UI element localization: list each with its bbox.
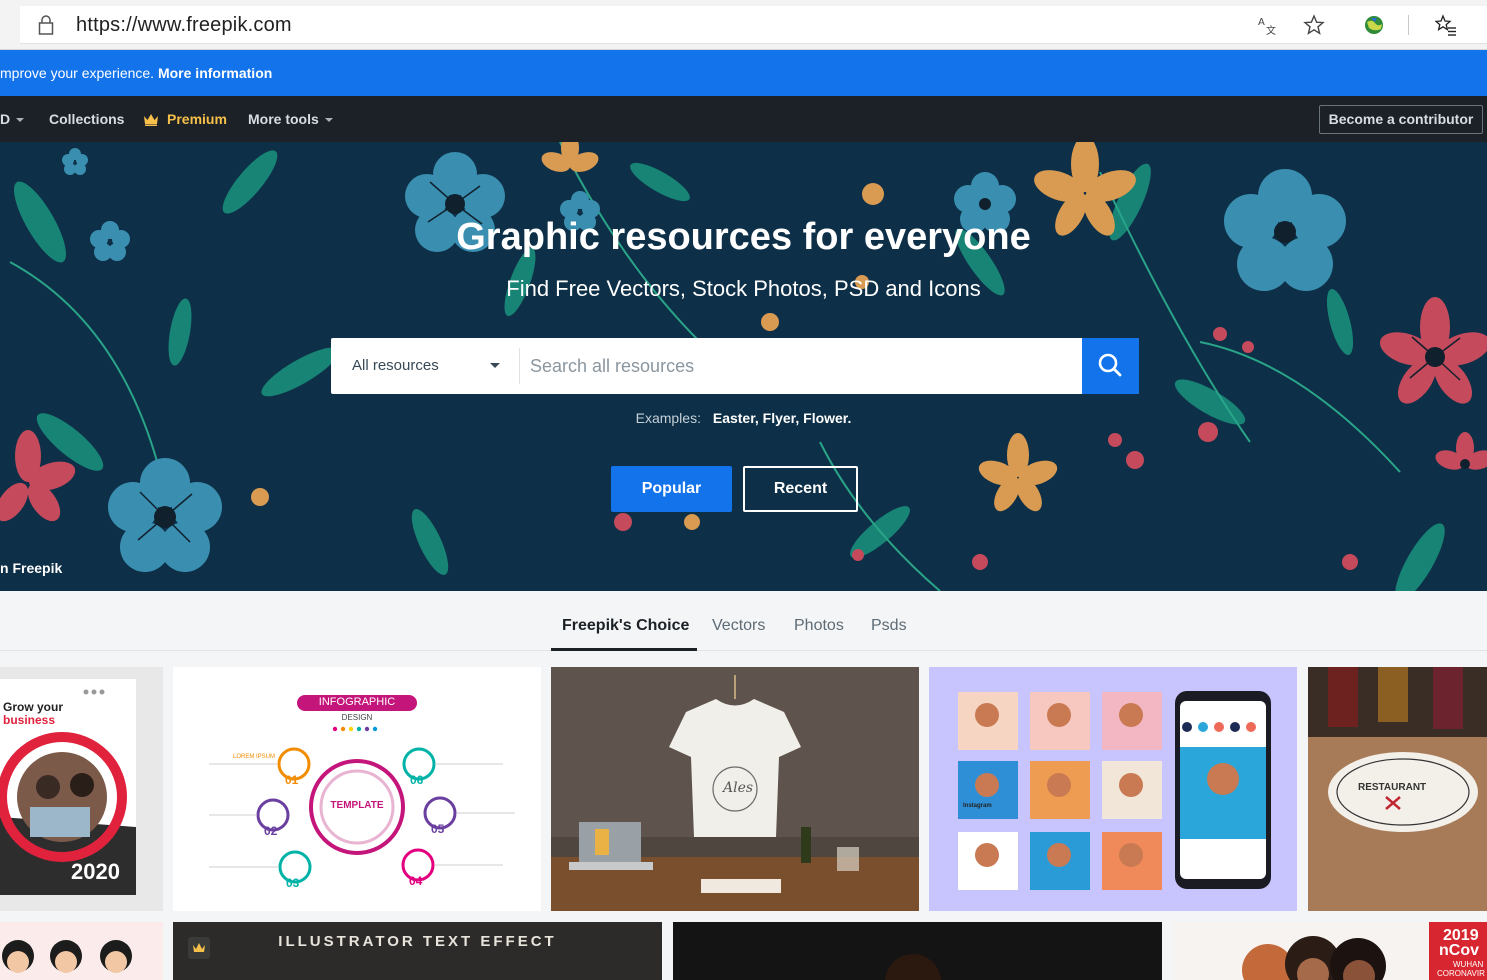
svg-text:A: A bbox=[1258, 17, 1265, 28]
content-tabs: Freepik's Choice Vectors Photos Psds bbox=[0, 591, 1487, 651]
caret-down-icon bbox=[490, 363, 500, 368]
flyer-year: 2020 bbox=[71, 859, 120, 884]
resource-tile-text-effect[interactable]: ILLUSTRATOR TEXT EFFECT bbox=[173, 922, 662, 980]
examples-label: Examples: bbox=[635, 410, 701, 426]
infographic-step-03: 03 bbox=[286, 876, 300, 890]
hero-subtitle: Find Free Vectors, Stock Photos, PSD and… bbox=[506, 276, 981, 301]
cookie-notice-text: mprove your experience. bbox=[0, 65, 155, 81]
lock-icon bbox=[38, 15, 54, 35]
resource-tile-portraits[interactable]: 2019 nCov WUHAN CORONAVIR bbox=[1173, 922, 1487, 980]
translate-icon[interactable]: A 文 bbox=[1257, 14, 1279, 36]
resource-type-select[interactable]: All resources bbox=[331, 338, 519, 394]
example-links[interactable]: Easter, Flyer, Flower. bbox=[713, 410, 852, 426]
cookie-notice-bar: mprove your experience. More information bbox=[0, 50, 1487, 96]
tab-vectors[interactable]: Vectors bbox=[712, 617, 765, 635]
recent-button[interactable]: Recent bbox=[743, 466, 858, 512]
search-bar: All resources bbox=[331, 338, 1139, 394]
instagram-thumbnail bbox=[929, 667, 1297, 911]
infographic-design: DESIGN bbox=[341, 713, 373, 722]
resource-tile-characters[interactable] bbox=[0, 922, 163, 980]
search-input[interactable] bbox=[530, 348, 1070, 384]
corona-sub1: WUHAN bbox=[1453, 960, 1484, 969]
nav-item-premium-label: Premium bbox=[167, 111, 227, 127]
tab-psds[interactable]: Psds bbox=[871, 617, 907, 635]
search-divider bbox=[519, 348, 520, 384]
tab-photos[interactable]: Photos bbox=[794, 617, 844, 635]
corona-name: nCov bbox=[1439, 942, 1479, 959]
search-button[interactable] bbox=[1082, 338, 1139, 394]
restaurant-sign-text: RESTAURANT bbox=[1358, 782, 1427, 793]
resource-tile-instagram[interactable]: Instagram bbox=[929, 667, 1297, 911]
become-contributor-button[interactable]: Become a contributor bbox=[1319, 105, 1483, 134]
flyer-headline-1: Grow your bbox=[3, 700, 64, 714]
nav-item-premium[interactable]: Premium bbox=[143, 111, 227, 127]
search-icon bbox=[1098, 353, 1122, 377]
chevron-down-icon bbox=[324, 118, 333, 123]
dark-texture-thumbnail bbox=[673, 922, 1162, 980]
tshirt-logo-text: Ales bbox=[723, 780, 754, 796]
extension-globe-icon[interactable] bbox=[1363, 14, 1385, 36]
nav-item-partial-label: D bbox=[0, 111, 11, 127]
favorites-list-icon[interactable] bbox=[1435, 14, 1457, 36]
resource-grid: Grow your business 2020 INFOGRAPHIC DESI… bbox=[0, 651, 1487, 980]
more-information-link[interactable]: More information bbox=[158, 65, 272, 81]
hero-banner: Graphic resources for everyone Find Free… bbox=[0, 142, 1487, 591]
resource-type-selected: All resources bbox=[352, 357, 439, 374]
infographic-step-02: 02 bbox=[264, 824, 278, 838]
infographic-item-label: LOREM IPSUM bbox=[233, 754, 276, 760]
nav-item-more-tools[interactable]: More tools bbox=[248, 111, 333, 127]
toolbar-separator bbox=[1408, 15, 1409, 35]
instagram-tag-label: Instagram bbox=[963, 803, 992, 809]
text-effect-title: ILLUSTRATOR TEXT EFFECT bbox=[278, 933, 557, 950]
hero-title: Graphic resources for everyone bbox=[456, 216, 1031, 258]
search-examples: Examples: Easter, Flyer, Flower. bbox=[0, 410, 1487, 426]
resource-tile-flyer[interactable]: Grow your business 2020 bbox=[0, 667, 163, 911]
cookie-notice: mprove your experience. More information bbox=[0, 65, 272, 81]
infographic-step-06: 06 bbox=[410, 773, 424, 787]
resource-tile-dark-texture[interactable] bbox=[673, 922, 1162, 980]
main-nav: D Collections Premium More tools Become … bbox=[0, 96, 1487, 142]
popular-button[interactable]: Popular bbox=[611, 466, 732, 512]
hero-credit: n Freepik bbox=[0, 560, 63, 576]
nav-item-collections[interactable]: Collections bbox=[49, 111, 124, 127]
browser-toolbar: https://www.freepik.com A 文 bbox=[0, 0, 1487, 50]
characters-thumbnail bbox=[2, 940, 132, 973]
infographic-step-05: 05 bbox=[431, 822, 445, 836]
flyer-headline-2: business bbox=[3, 713, 56, 727]
infographic-step-01: 01 bbox=[285, 773, 299, 787]
infographic-step-04: 04 bbox=[409, 874, 423, 888]
tab-freepiks-choice[interactable]: Freepik's Choice bbox=[562, 617, 689, 635]
resource-tile-tshirt-mockup[interactable]: Ales bbox=[551, 667, 919, 911]
favorite-star-icon[interactable] bbox=[1303, 14, 1325, 36]
nav-item-partial[interactable]: D bbox=[0, 111, 25, 127]
chevron-down-icon bbox=[16, 118, 25, 123]
infographic-badge: INFOGRAPHIC bbox=[318, 696, 396, 708]
resource-tile-restaurant[interactable]: RESTAURANT bbox=[1308, 667, 1487, 911]
corona-sub2: CORONAVIR bbox=[1437, 969, 1485, 978]
resource-tile-infographic[interactable]: INFOGRAPHIC DESIGN TEMPLATE 01 02 03 04 … bbox=[173, 667, 541, 911]
url-text[interactable]: https://www.freepik.com bbox=[76, 14, 292, 37]
nav-item-more-tools-label: More tools bbox=[248, 111, 319, 127]
svg-text:文: 文 bbox=[1266, 24, 1276, 36]
infographic-center-label: TEMPLATE bbox=[330, 800, 384, 811]
crown-icon bbox=[144, 114, 158, 126]
